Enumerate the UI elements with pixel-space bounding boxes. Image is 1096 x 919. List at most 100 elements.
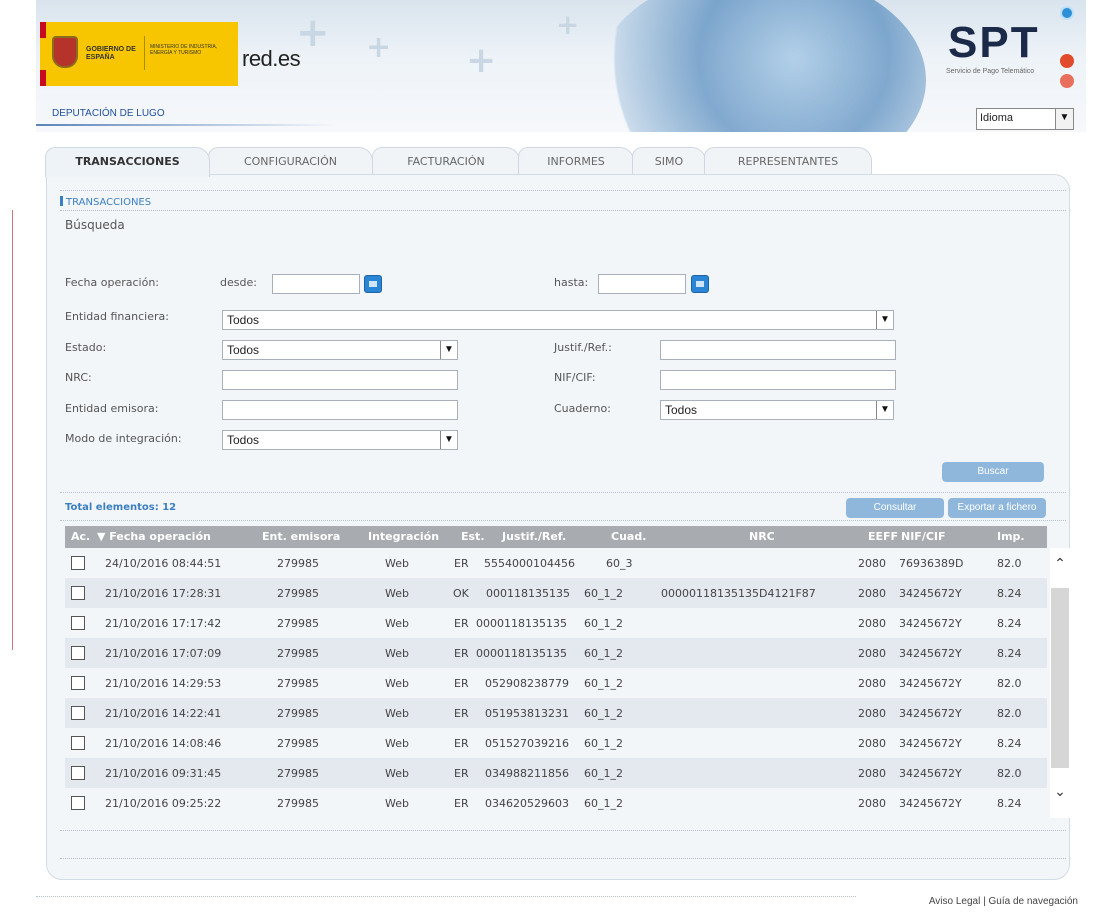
table-row[interactable]: 21/10/2016 17:07:09 279985 Web ER 000011… — [65, 638, 1047, 668]
desde-label: desde: — [220, 276, 257, 289]
modo-integracion-label: Modo de integración: — [65, 432, 182, 445]
spt-subtitle: Servicio de Pago Telemático — [946, 68, 1035, 75]
transactions-table: 24/10/2016 08:44:51 279985 Web ER 555400… — [65, 548, 1047, 818]
row-checkbox[interactable] — [71, 646, 85, 660]
power-icon[interactable] — [1060, 6, 1074, 20]
row-checkbox[interactable] — [71, 766, 85, 780]
chevron-down-icon[interactable]: ▼ — [440, 431, 457, 449]
globe-graphic — [596, 0, 926, 132]
fecha-operacion-label: Fecha operación: — [65, 276, 160, 289]
page-header: + + + + GOBIERNO DE ESPAÑA MINISTERIO DE… — [36, 0, 1086, 132]
table-row[interactable]: 21/10/2016 14:08:46 279985 Web ER 051527… — [65, 728, 1047, 758]
table-row[interactable]: 21/10/2016 14:22:41 279985 Web ER 051953… — [65, 698, 1047, 728]
entidad-emisora-label: Entidad emisora: — [65, 402, 159, 415]
department-name: DEPUTACIÓN DE LUGO — [52, 108, 165, 119]
nrc-field[interactable] — [222, 370, 458, 390]
tab-simo[interactable]: SIMO — [632, 147, 706, 175]
coat-of-arms-icon — [52, 36, 78, 68]
chevron-down-icon[interactable]: ▼ — [1055, 109, 1073, 129]
table-row[interactable]: 21/10/2016 17:28:31 279985 Web OK 000118… — [65, 578, 1047, 608]
chevron-up-icon[interactable]: ⌃ — [1053, 556, 1067, 572]
cuaderno-value: Todos — [665, 403, 698, 417]
col-imp[interactable]: Imp. — [997, 530, 1025, 543]
entidad-financiera-label: Entidad financiera: — [65, 310, 169, 323]
estado-select[interactable]: Todos ▼ — [222, 340, 458, 360]
table-header: Ac. ▼ Fecha operación Ent. emisora Integ… — [65, 526, 1047, 548]
help-icon[interactable] — [1060, 54, 1074, 68]
row-checkbox[interactable] — [71, 736, 85, 750]
modo-integracion-select[interactable]: Todos ▼ — [222, 430, 458, 450]
hasta-date-field[interactable] — [598, 274, 686, 294]
chevron-down-icon[interactable]: ▼ — [440, 341, 457, 359]
table-row[interactable]: 21/10/2016 09:25:22 279985 Web ER 034620… — [65, 788, 1047, 818]
col-justif-ref[interactable]: Justif./Ref. — [502, 530, 566, 543]
spain-flag-icon — [40, 22, 46, 86]
col-ac[interactable]: Ac. — [71, 530, 90, 543]
row-checkbox[interactable] — [71, 556, 85, 570]
buscar-button[interactable]: Buscar — [942, 462, 1044, 482]
redes-logo: red.es — [242, 46, 301, 71]
table-row[interactable]: 21/10/2016 09:31:45 279985 Web ER 034988… — [65, 758, 1047, 788]
section-title: TRANSACCIONES — [60, 196, 151, 208]
table-scrollbar[interactable]: ⌃ ⌄ — [1050, 548, 1070, 818]
chevron-down-icon[interactable]: ⌄ — [1053, 784, 1067, 800]
ministry-text: MINISTERIO DE INDUSTRIA, ENERGÍA Y TURIS… — [150, 44, 218, 56]
cuaderno-select[interactable]: Todos ▼ — [660, 400, 894, 420]
tab-informes[interactable]: INFORMES — [518, 147, 634, 175]
tab-transacciones[interactable]: TRANSACCIONES — [45, 147, 210, 177]
language-select[interactable]: Idioma ▼ — [976, 108, 1074, 130]
col-est[interactable]: Est. — [461, 530, 485, 543]
total-elements: Total elementos: 12 — [65, 502, 177, 513]
entidad-financiera-value: Todos — [227, 313, 260, 327]
nif-cif-label: NIF/CIF: — [554, 371, 596, 384]
calendar-icon[interactable] — [364, 275, 382, 293]
justif-ref-field[interactable] — [660, 340, 896, 360]
scrollbar-thumb[interactable] — [1051, 588, 1069, 768]
footer-links[interactable]: Aviso Legal | Guía de navegación — [929, 896, 1078, 907]
entidad-emisora-field[interactable] — [222, 400, 458, 420]
window-edge-line — [12, 210, 13, 650]
col-integracion[interactable]: Integración — [368, 530, 439, 543]
col-ent-emisora[interactable]: Ent. emisora — [262, 530, 340, 543]
col-nif-cif[interactable]: NIF/CIF — [901, 530, 946, 543]
plus-decoration: + — [296, 10, 330, 56]
col-cuad[interactable]: Cuad. — [611, 530, 646, 543]
exportar-button[interactable]: Exportar a fichero — [948, 498, 1046, 518]
col-fecha-operacion[interactable]: ▼ Fecha operación — [97, 530, 211, 543]
gobierno-text: GOBIERNO DE ESPAÑA — [86, 46, 136, 61]
row-checkbox[interactable] — [71, 676, 85, 690]
row-checkbox[interactable] — [71, 616, 85, 630]
table-row[interactable]: 21/10/2016 14:29:53 279985 Web ER 052908… — [65, 668, 1047, 698]
chevron-down-icon[interactable]: ▼ — [876, 311, 893, 329]
cuaderno-label: Cuaderno: — [554, 402, 611, 415]
tab-representantes[interactable]: REPRESENTANTES — [704, 147, 872, 175]
desde-date-field[interactable] — [272, 274, 360, 294]
search-heading: Búsqueda — [65, 218, 125, 232]
row-checkbox[interactable] — [71, 586, 85, 600]
language-select-value: Idioma — [980, 112, 1014, 124]
hasta-label: hasta: — [554, 276, 589, 289]
tab-configuracion[interactable]: CONFIGURACIÓN — [208, 147, 373, 175]
col-eeff[interactable]: EEFF — [868, 530, 898, 543]
spt-logo: SPT — [948, 18, 1040, 67]
col-nrc[interactable]: NRC — [749, 530, 775, 543]
table-row[interactable]: 21/10/2016 17:17:42 279985 Web ER 000011… — [65, 608, 1047, 638]
entidad-financiera-select[interactable]: Todos ▼ — [222, 310, 894, 330]
row-checkbox[interactable] — [71, 796, 85, 810]
table-row[interactable]: 24/10/2016 08:44:51 279985 Web ER 555400… — [65, 548, 1047, 578]
chevron-down-icon[interactable]: ▼ — [876, 401, 893, 419]
modo-integracion-value: Todos — [227, 433, 260, 447]
plus-decoration: + — [556, 8, 580, 41]
exit-icon[interactable] — [1060, 74, 1074, 88]
consultar-button[interactable]: Consultar — [846, 498, 944, 518]
plus-decoration: + — [366, 30, 392, 65]
estado-value: Todos — [227, 343, 260, 357]
row-checkbox[interactable] — [71, 706, 85, 720]
nrc-label: NRC: — [65, 371, 92, 384]
estado-label: Estado: — [65, 341, 107, 354]
tab-facturacion[interactable]: FACTURACIÓN — [372, 147, 520, 175]
nif-cif-field[interactable] — [660, 370, 896, 390]
plus-decoration: + — [466, 40, 497, 81]
gobierno-logo: GOBIERNO DE ESPAÑA MINISTERIO DE INDUSTR… — [40, 22, 238, 86]
calendar-icon[interactable] — [691, 275, 709, 293]
